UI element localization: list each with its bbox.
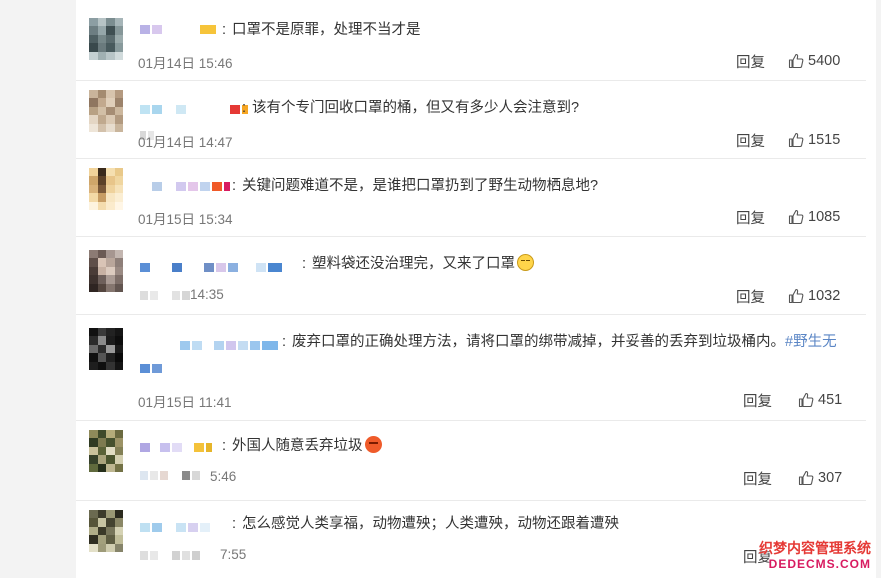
blurred-username [140, 361, 162, 375]
smile-emoji-icon [517, 254, 535, 271]
blurred-username[interactable] [140, 22, 216, 36]
comment-body: 该有个专门回收口罩的桶，但又有多少人会注意到? [252, 100, 580, 116]
colon-separator: : [282, 334, 287, 350]
like-count: 1032 [808, 288, 841, 304]
like-button[interactable]: 451 [798, 392, 842, 408]
site-watermark: 织梦内容管理系统 DEDECMS.COM [759, 540, 871, 572]
colon-separator: : [222, 22, 227, 38]
comment-time: 14:35 [190, 287, 224, 302]
comment-body: 怎么感觉人类享福，动物遭殃；人类遭殃，动物还跟着遭殃 [242, 516, 620, 532]
comment-text: : 口罩不是原罪，处理不当才是 [222, 19, 421, 41]
watermark-title: 织梦内容管理系统 [759, 540, 871, 556]
comment-body: 废弃口罩的正确处理方法，请将口罩的绑带减掉，并妥善的丢弃到垃圾桶内。 [292, 334, 786, 350]
comment-item: : 塑料袋还没治理完，又来了口罩 14:35 回复 1032 [76, 236, 866, 315]
like-button[interactable]: 1032 [788, 288, 840, 304]
thumbs-up-icon [788, 288, 804, 304]
like-count: 451 [818, 392, 843, 408]
reply-button[interactable]: 回复 [736, 286, 765, 307]
avatar[interactable] [89, 250, 123, 292]
comment-item: : 该有个专门回收口罩的桶，但又有多少人会注意到? 01月14日 14:47 回复… [76, 80, 866, 159]
avatar[interactable] [89, 510, 123, 552]
like-button[interactable]: 307 [798, 470, 842, 486]
thumbs-up-icon [788, 53, 804, 69]
comment-time: 5:46 [210, 469, 237, 484]
avatar[interactable] [89, 328, 123, 370]
angry-emoji-icon [364, 436, 382, 453]
comment-item: : 废弃口罩的正确处理方法，请将口罩的绑带减掉，并妥善的丢弃到垃圾桶内。#野生无 … [76, 314, 866, 421]
avatar[interactable] [89, 90, 123, 132]
avatar[interactable] [89, 18, 123, 60]
comment-item: : 口罩不是原罪，处理不当才是 01月14日 15:46 回复 5400 [76, 0, 866, 81]
reply-button[interactable]: 回复 [736, 51, 765, 72]
comment-body: 关键问题难道不是，是谁把口罩扔到了野生动物栖息地? [242, 178, 599, 194]
comment-text: : 塑料袋还没治理完，又来了口罩 [302, 253, 535, 275]
thumbs-up-icon [788, 209, 804, 225]
thumbs-up-icon [798, 470, 814, 486]
colon-separator: : [232, 178, 237, 194]
like-button[interactable]: 5400 [788, 53, 840, 69]
comment-time: 01月14日 15:46 [138, 56, 233, 71]
colon-separator: : [222, 438, 227, 454]
comment-body: 塑料袋还没治理完，又来了口罩 [312, 256, 516, 272]
blurred-username[interactable] [140, 102, 248, 116]
colon-separator: : [242, 100, 247, 116]
comment-text: : 外国人随意丢弃垃圾 [222, 435, 382, 457]
reply-button[interactable]: 回复 [736, 130, 765, 151]
blurred-username[interactable] [180, 338, 278, 352]
reply-button[interactable]: 回复 [743, 468, 772, 489]
like-count: 1515 [808, 132, 841, 148]
thumbs-up-icon [798, 392, 814, 408]
thumbs-up-icon [788, 132, 804, 148]
comment-body: 口罩不是原罪，处理不当才是 [232, 22, 421, 38]
comment-time: 7:55 [220, 547, 247, 562]
comment-text: : 关键问题难道不是，是谁把口罩扔到了野生动物栖息地? [232, 175, 598, 197]
blurred-username[interactable] [140, 260, 282, 274]
colon-separator: : [302, 256, 307, 272]
comment-item: : 关键问题难道不是，是谁把口罩扔到了野生动物栖息地? 01月15日 15:34 … [76, 158, 866, 237]
blurred-username [140, 548, 200, 562]
comment-body: 外国人随意丢弃垃圾 [232, 438, 363, 454]
blurred-username[interactable] [140, 440, 212, 454]
blurred-username [140, 288, 190, 302]
like-button[interactable]: 1085 [788, 209, 840, 225]
like-count: 1085 [808, 209, 841, 225]
comment-time: 01月15日 15:34 [138, 212, 233, 227]
like-count: 5400 [808, 53, 841, 69]
blurred-username[interactable] [140, 179, 230, 193]
comment-text: : 废弃口罩的正确处理方法，请将口罩的绑带减掉，并妥善的丢弃到垃圾桶内。#野生无 [282, 331, 837, 353]
comment-time: 01月14日 14:47 [138, 135, 233, 150]
comment-item: : 外国人随意丢弃垃圾 5:46 回复 307 [76, 420, 866, 501]
comment-time: 01月15日 11:41 [138, 395, 232, 410]
like-button[interactable]: 1515 [788, 132, 840, 148]
reply-button[interactable]: 回复 [736, 207, 765, 228]
watermark-domain: DEDECMS.COM [768, 557, 871, 571]
avatar[interactable] [89, 430, 123, 472]
avatar[interactable] [89, 168, 123, 210]
colon-separator: : [232, 516, 237, 532]
reply-button[interactable]: 回复 [743, 390, 772, 411]
comment-text: : 该有个专门回收口罩的桶，但又有多少人会注意到? [242, 97, 579, 119]
comment-text: : 怎么感觉人类享福，动物遭殃；人类遭殃，动物还跟着遭殃 [232, 513, 619, 535]
like-count: 307 [818, 470, 843, 486]
comment-item: : 怎么感觉人类享福，动物遭殃；人类遭殃，动物还跟着遭殃 7:55 回复 [76, 500, 866, 578]
blurred-username[interactable] [140, 520, 210, 534]
blurred-username [140, 468, 200, 482]
hashtag-link[interactable]: #野生无 [785, 334, 837, 350]
